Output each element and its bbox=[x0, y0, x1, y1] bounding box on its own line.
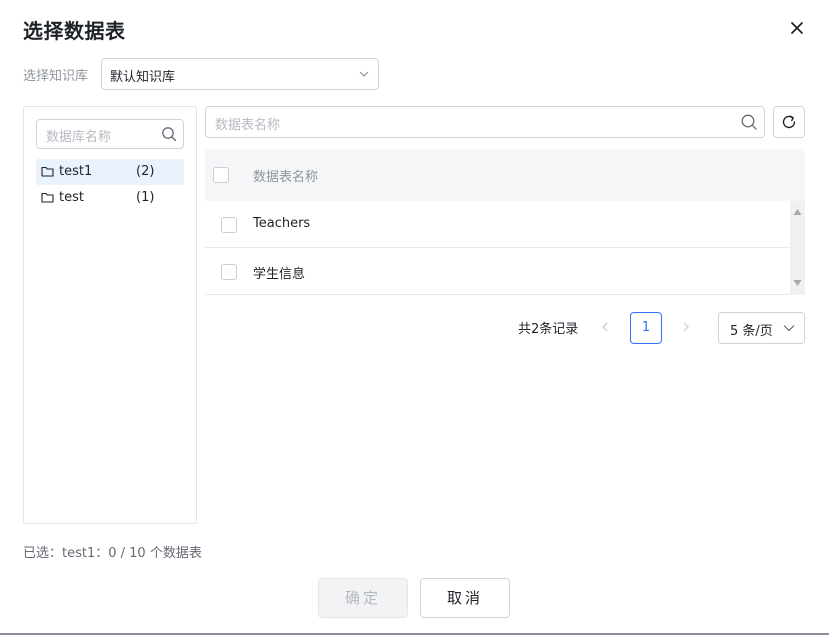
table-row-name: 学生信息 bbox=[253, 267, 306, 282]
database-item-test[interactable]: test (1) bbox=[36, 185, 184, 211]
row-checkbox[interactable] bbox=[221, 264, 237, 280]
dialog-title: 选择数据表 bbox=[23, 19, 126, 43]
chevron-down-icon bbox=[783, 325, 795, 332]
chevron-down-icon bbox=[359, 71, 369, 77]
close-icon bbox=[791, 22, 803, 34]
folder-icon bbox=[41, 166, 54, 177]
database-panel: 数据库名称 test1 (2) test (1) bbox=[23, 106, 197, 524]
refresh-icon bbox=[782, 115, 796, 129]
knowledge-base-label: 选择知识库 bbox=[23, 69, 89, 84]
table-search-placeholder: 数据表名称 bbox=[215, 118, 281, 133]
row-checkbox[interactable] bbox=[221, 217, 237, 233]
table-row[interactable]: Teachers bbox=[205, 201, 790, 248]
search-icon[interactable] bbox=[161, 126, 177, 142]
table-scrollbar[interactable] bbox=[790, 201, 805, 295]
database-item-count: (2) bbox=[136, 164, 155, 179]
database-item-name: test bbox=[59, 190, 84, 205]
database-search-input[interactable]: 数据库名称 bbox=[36, 119, 184, 149]
pagination-total: 共2条记录 bbox=[518, 322, 579, 337]
page-size-value: 5 条/页 bbox=[730, 324, 773, 339]
selected-info: 已选：test1：0 / 10 个数据表 bbox=[23, 546, 202, 561]
scroll-down-icon[interactable] bbox=[793, 279, 802, 287]
confirm-button[interactable]: 确定 bbox=[318, 578, 408, 618]
database-search-placeholder: 数据库名称 bbox=[46, 130, 112, 145]
table-row-name: Teachers bbox=[253, 216, 311, 231]
knowledge-base-select[interactable]: 默认知识库 bbox=[101, 58, 379, 90]
folder-icon bbox=[41, 192, 54, 203]
refresh-button[interactable] bbox=[773, 106, 805, 138]
table-search-input[interactable]: 数据表名称 bbox=[205, 106, 765, 138]
table-row[interactable]: 学生信息 bbox=[205, 248, 790, 295]
chevron-left-icon[interactable] bbox=[598, 320, 612, 334]
pagination-current-page[interactable]: 1 bbox=[630, 312, 662, 344]
chevron-right-icon[interactable] bbox=[679, 320, 693, 334]
database-item-test1[interactable]: test1 (2) bbox=[36, 159, 184, 185]
column-header-table-name: 数据表名称 bbox=[253, 170, 319, 185]
close-button[interactable] bbox=[786, 17, 808, 39]
cancel-button[interactable]: 取消 bbox=[420, 578, 510, 618]
database-item-name: test1 bbox=[59, 164, 93, 179]
table-header: 数据表名称 bbox=[205, 149, 805, 201]
search-icon[interactable] bbox=[740, 113, 758, 131]
database-item-count: (1) bbox=[136, 190, 155, 205]
scroll-up-icon[interactable] bbox=[793, 208, 802, 216]
select-table-dialog: 选择数据表 选择知识库 默认知识库 数据库名称 test1 (2) test (… bbox=[0, 0, 829, 635]
select-all-checkbox[interactable] bbox=[213, 167, 229, 183]
page-size-select[interactable]: 5 条/页 bbox=[718, 312, 805, 344]
knowledge-base-selected: 默认知识库 bbox=[110, 70, 176, 85]
